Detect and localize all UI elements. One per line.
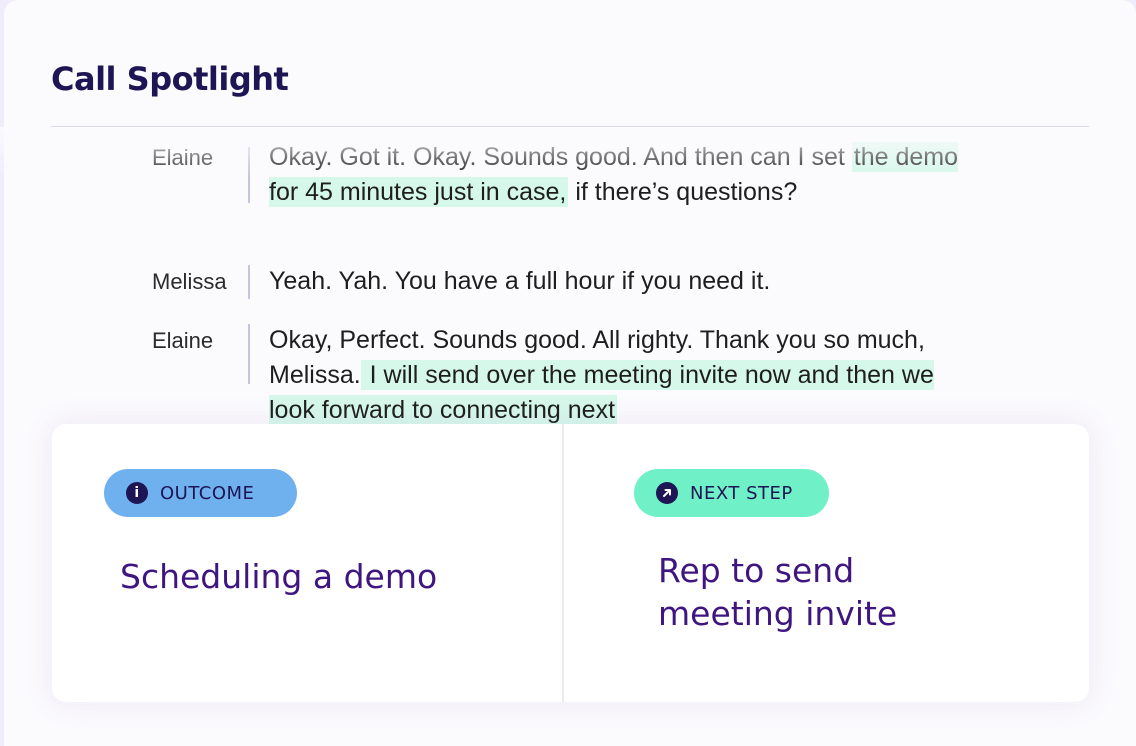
next-step-text: Rep to send meeting invite [658, 551, 898, 633]
outcome-badge: i OUTCOME [104, 469, 297, 517]
utterance-segment: Okay. Got it. Okay. Sounds good. And the… [269, 143, 852, 171]
highlighted-segment: I will send over the meeting invite now … [269, 360, 934, 425]
utterance-text: Okay. Got it. Okay. Sounds good. And the… [269, 140, 969, 210]
utterance-segment: if there’s questions? [568, 178, 798, 206]
next-step-badge-label: NEXT STEP [690, 482, 793, 504]
turn-bar [248, 147, 250, 203]
turn-bar [248, 324, 250, 384]
speaker-name: Melissa [152, 269, 227, 294]
transcript[interactable]: Elaine Okay. Got it. Okay. Sounds good. … [0, 127, 1136, 427]
next-step-badge: NEXT STEP [634, 469, 829, 517]
utterance-segment: Yeah. Yah. You have a full hour if you n… [269, 267, 771, 295]
outcome-badge-label: OUTCOME [160, 482, 255, 504]
utterance-text: Okay, Perfect. Sounds good. All righty. … [269, 323, 969, 427]
panel-divider [562, 424, 564, 702]
speaker-name: Elaine [152, 328, 214, 353]
page-title: Call Spotlight [51, 60, 289, 98]
turn-bar [248, 265, 250, 299]
summary-panel: i OUTCOME Scheduling a demo NEXT STEP Re… [52, 424, 1089, 702]
utterance-text: Yeah. Yah. You have a full hour if you n… [269, 264, 969, 299]
arrow-up-right-icon [656, 482, 678, 504]
info-icon: i [126, 482, 148, 504]
speaker-name: Elaine [152, 145, 214, 170]
outcome-text: Scheduling a demo [120, 557, 438, 596]
